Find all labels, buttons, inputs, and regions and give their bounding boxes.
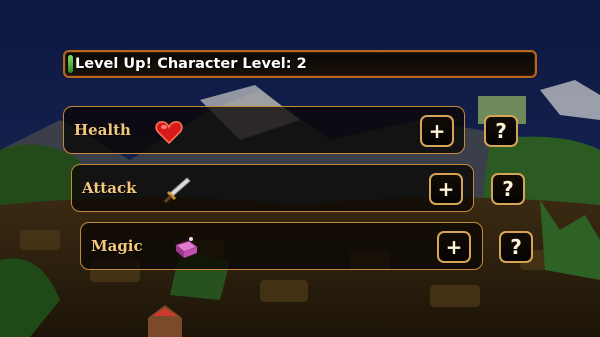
stat-row-attack: Attack + <box>71 164 474 212</box>
stat-row-health: Health + <box>63 106 465 154</box>
magic-help-button[interactable]: ? <box>499 231 533 263</box>
spellbook-icon <box>174 237 199 258</box>
sword-icon <box>163 177 191 204</box>
stat-row-magic: Magic + <box>80 222 483 270</box>
stat-label-magic: Magic <box>91 237 143 255</box>
health-help-button[interactable]: ? <box>484 115 518 147</box>
stat-label-attack: Attack <box>82 179 137 197</box>
magic-plus-button[interactable]: + <box>437 231 471 263</box>
attack-help-button[interactable]: ? <box>491 173 525 205</box>
heart-icon <box>155 121 183 145</box>
stat-label-health: Health <box>74 121 131 139</box>
level-up-text: Level Up! Character Level: 2 <box>75 56 307 72</box>
level-up-bar: Level Up! Character Level: 2 <box>63 50 537 78</box>
attack-plus-button[interactable]: + <box>429 173 463 205</box>
level-progress-fill <box>68 55 73 73</box>
health-plus-button[interactable]: + <box>420 115 454 147</box>
